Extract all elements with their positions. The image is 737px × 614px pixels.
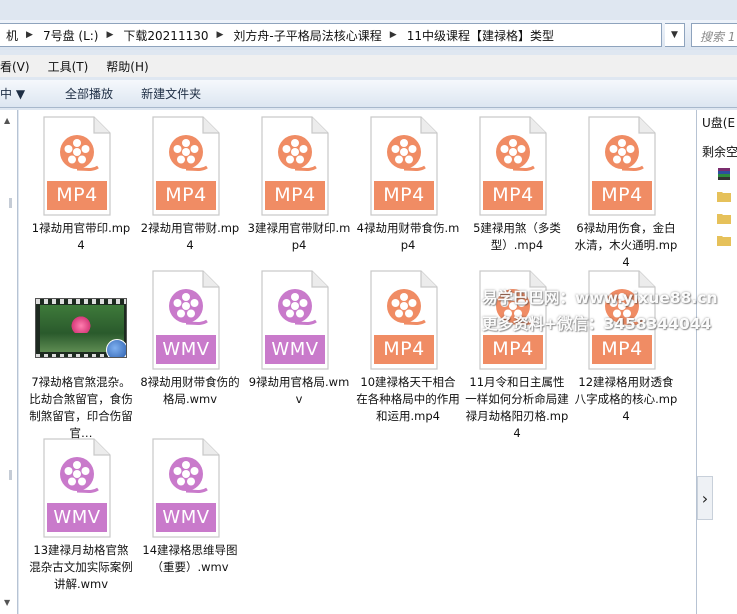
- file-item[interactable]: 7禄劫格官煞混杂。比劫合煞留官，食伤制煞留官，印合伤留官…: [29, 270, 133, 442]
- file-item[interactable]: MP4 3建禄用官带财印.mp4: [247, 116, 351, 254]
- scroll-down-icon[interactable]: ▼: [4, 598, 10, 607]
- breadcrumb[interactable]: 机 ▶ 7号盘 (L:) ▶ 下载20211130 ▶ 刘方舟-子平格局法核心课…: [0, 23, 662, 47]
- file-item[interactable]: WMV 9禄劫用官格局.wmv: [247, 270, 351, 408]
- chevron-right-icon[interactable]: ▶: [386, 30, 401, 40]
- toolbar: 中 ▼ 全部播放 新建文件夹: [0, 80, 737, 108]
- file-type-badge: MP4: [592, 335, 652, 364]
- file-name: 5建禄用煞（多类型）.mp4: [473, 221, 561, 252]
- menu-help[interactable]: 帮助(H): [97, 58, 157, 75]
- mp4-file-icon: MP4: [151, 116, 221, 216]
- file-type-badge: WMV: [156, 503, 216, 532]
- file-name: 2禄劫用官带财.mp4: [140, 221, 240, 252]
- chevron-down-icon[interactable]: ▼: [665, 23, 685, 47]
- player-badge-icon: [106, 339, 126, 357]
- watermark-line: 易学巴巴网：www.yixue88.cn: [482, 289, 718, 307]
- file-item[interactable]: MP4 6禄劫用伤食，金白水清，木火通明.mp4: [574, 116, 678, 271]
- folder-icon: [717, 192, 731, 202]
- breadcrumb-item[interactable]: 机: [0, 27, 22, 44]
- file-type-badge: WMV: [47, 503, 107, 532]
- file-name: 12建禄格用财透食八字成格的核心.mp4: [574, 375, 678, 423]
- file-name: 7禄劫格官煞混杂。比劫合煞留官，食伤制煞留官，印合伤留官…: [29, 375, 133, 440]
- file-item[interactable]: MP4 4禄劫用财带食伤.mp4: [356, 116, 460, 254]
- file-item[interactable]: WMV 13建禄月劫格官煞混杂古文加实际案例讲解.wmv: [29, 438, 133, 593]
- file-type-badge: WMV: [265, 335, 325, 364]
- file-name: 1禄劫用官带印.mp4: [31, 221, 131, 252]
- file-name: 11月令和日主属性一样如何分析命局建禄月劫格阳刃格.mp4: [465, 375, 569, 440]
- file-name: 8禄劫用财带食伤的格局.wmv: [140, 375, 240, 406]
- menu-view[interactable]: 看(V): [0, 58, 39, 75]
- file-name: 10建禄格天干相合在各种格局中的作用和运用.mp4: [356, 375, 460, 423]
- lotus-image: [70, 315, 92, 333]
- mp4-file-icon: MP4: [369, 116, 439, 216]
- file-name: 14建禄格思维导图（重要）.wmv: [142, 543, 238, 574]
- navigation-pane[interactable]: ▲ ▼: [0, 110, 18, 614]
- menu-bar: 看(V) 工具(T) 帮助(H): [0, 55, 737, 77]
- file-item[interactable]: WMV 8禄劫用财带食伤的格局.wmv: [138, 270, 242, 408]
- play-all-button[interactable]: 全部播放: [51, 85, 127, 102]
- file-type-badge: MP4: [374, 181, 434, 210]
- file-type-badge: MP4: [156, 181, 216, 210]
- file-item[interactable]: WMV 14建禄格思维导图（重要）.wmv: [138, 438, 242, 576]
- file-list[interactable]: MP4 1禄劫用官带印.mp4 MP4 2禄劫用官带财.mp4 MP4 3建禄用官带财印.…: [19, 110, 696, 614]
- mp4-file-icon: MP4: [260, 116, 330, 216]
- chevron-right-icon[interactable]: ▶: [213, 30, 228, 40]
- file-type-badge: MP4: [592, 181, 652, 210]
- details-pane: U盘(E 剩余空 ›: [696, 110, 737, 614]
- breadcrumb-item[interactable]: 刘方舟-子平格局法核心课程: [227, 27, 385, 44]
- folder-icon: [717, 214, 731, 224]
- wmv-file-icon: WMV: [151, 270, 221, 370]
- breadcrumb-item[interactable]: 7号盘 (L:): [37, 27, 103, 44]
- menu-tools[interactable]: 工具(T): [39, 58, 98, 75]
- mp4-file-icon: MP4: [369, 270, 439, 370]
- file-item[interactable]: MP4 1禄劫用官带印.mp4: [29, 116, 133, 254]
- file-item[interactable]: MP4 5建禄用煞（多类型）.mp4: [465, 116, 569, 254]
- scrollbar-tick: [9, 470, 12, 480]
- breadcrumb-item[interactable]: 下载20211130: [117, 27, 212, 44]
- drive-free-space: 剩余空: [702, 145, 737, 159]
- file-item[interactable]: MP4 2禄劫用官带财.mp4: [138, 116, 242, 254]
- file-name: 3建禄用官带财印.mp4: [247, 221, 351, 252]
- chevron-right-icon[interactable]: ▶: [22, 30, 37, 40]
- film-strip: [36, 299, 126, 304]
- video-thumbnail: [35, 270, 127, 370]
- file-type-badge: MP4: [265, 181, 325, 210]
- folder-icon: [717, 236, 731, 246]
- wmv-file-icon: WMV: [151, 438, 221, 538]
- drive-title: U盘(E: [702, 116, 736, 130]
- scrollbar-tick: [9, 198, 12, 208]
- archive-icon: [718, 168, 730, 180]
- file-type-badge: MP4: [47, 181, 107, 210]
- chevron-right-icon[interactable]: ▶: [102, 30, 117, 40]
- file-type-badge: MP4: [483, 335, 543, 364]
- video-thumbnail-frame: [35, 298, 127, 358]
- organize-button[interactable]: 中 ▼: [0, 85, 51, 102]
- file-item[interactable]: MP4 10建禄格天干相合在各种格局中的作用和运用.mp4: [356, 270, 460, 425]
- file-type-badge: MP4: [374, 335, 434, 364]
- wmv-file-icon: WMV: [42, 438, 112, 538]
- file-name: 6禄劫用伤食，金白水清，木火通明.mp4: [574, 221, 678, 269]
- file-name: 13建禄月劫格官煞混杂古文加实际案例讲解.wmv: [29, 543, 133, 591]
- search-input[interactable]: 搜索 1: [691, 23, 737, 47]
- address-bar: 机 ▶ 7号盘 (L:) ▶ 下载20211130 ▶ 刘方舟-子平格局法核心课…: [0, 20, 737, 50]
- watermark-line: 更多资料+微信：3458344044: [482, 315, 712, 333]
- mp4-file-icon: MP4: [42, 116, 112, 216]
- file-name: 9禄劫用官格局.wmv: [248, 375, 350, 406]
- mp4-file-icon: MP4: [478, 116, 548, 216]
- chevron-right-icon[interactable]: ›: [697, 476, 713, 520]
- file-type-badge: WMV: [156, 335, 216, 364]
- breadcrumb-item[interactable]: 11中级课程【建禄格】类型: [401, 27, 558, 44]
- scroll-up-icon[interactable]: ▲: [4, 116, 10, 125]
- file-name: 4禄劫用财带食伤.mp4: [356, 221, 460, 252]
- file-type-badge: MP4: [483, 181, 543, 210]
- new-folder-button[interactable]: 新建文件夹: [127, 85, 215, 102]
- mp4-file-icon: MP4: [587, 116, 657, 216]
- wmv-file-icon: WMV: [260, 270, 330, 370]
